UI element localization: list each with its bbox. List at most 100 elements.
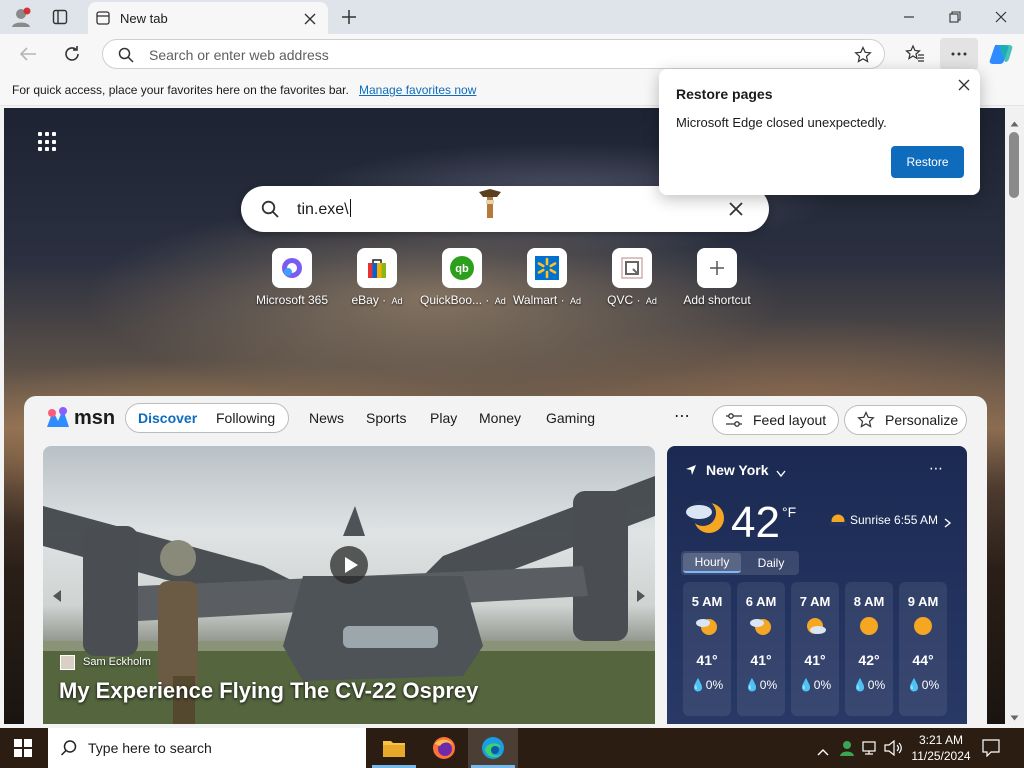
featured-article-card[interactable]: Sam Eckholm My Experience Flying The CV-…: [43, 446, 655, 724]
ad-badge: Ad: [569, 296, 581, 306]
search-icon: [118, 47, 134, 63]
nav-sports[interactable]: Sports: [366, 410, 406, 426]
carousel-prev-arrow-icon[interactable]: [51, 589, 63, 603]
favorites-message: For quick access, place your favorites h…: [12, 83, 349, 97]
taskbar: Type here to search 3:21 AM 11/25/2024: [0, 728, 1024, 768]
page-scrollbar[interactable]: [1005, 108, 1024, 724]
ad-badge: Ad: [391, 296, 403, 306]
scroll-up-arrow-icon[interactable]: [1010, 114, 1019, 127]
location-chevron-down-icon[interactable]: [776, 465, 786, 478]
weather-more-icon[interactable]: ⋯: [929, 460, 943, 477]
hourly-forecast-item[interactable]: 6 AM 41° 💧0%: [737, 582, 785, 716]
favorite-star-icon[interactable]: [854, 46, 872, 64]
partly-cloudy-night-icon: [683, 494, 727, 538]
tab-hourly-label: Hourly: [694, 555, 730, 569]
hour-precip: 0%: [813, 678, 832, 692]
personalize-button[interactable]: Personalize: [844, 405, 967, 435]
chevron-right-icon[interactable]: [944, 515, 952, 528]
nav-money[interactable]: Money: [479, 410, 521, 426]
hourly-forecast-item[interactable]: 5 AM 41° 💧0%: [683, 582, 731, 716]
tab-daily[interactable]: Daily: [745, 553, 797, 573]
weather-card[interactable]: New York ⋯ 42 °F Sunrise 6:55 AM Hourly …: [667, 446, 967, 724]
show-hidden-icons-chevron-icon[interactable]: [817, 743, 829, 756]
refresh-icon[interactable]: [62, 44, 82, 64]
msn-logo[interactable]: msn: [44, 405, 115, 433]
shortcut-qvc[interactable]: QVC · Ad: [590, 248, 674, 307]
new-tab-background: tin.exe\ Microsoft 365 eBay · Ad qb Quic…: [4, 108, 1005, 724]
hourly-forecast-item[interactable]: 9 AM 44° 💧0%: [899, 582, 947, 716]
add-shortcut-button[interactable]: Add shortcut: [675, 248, 759, 307]
restore-window-button[interactable]: [932, 0, 978, 34]
hour-time: 6 AM: [745, 594, 777, 609]
nav-gaming[interactable]: Gaming: [546, 410, 595, 426]
tab-actions-icon[interactable]: [52, 9, 68, 25]
tab-new-tab[interactable]: New tab: [88, 2, 328, 34]
notifications-icon[interactable]: [982, 739, 1000, 758]
profile-icon[interactable]: [10, 6, 32, 28]
close-tab-icon[interactable]: [304, 12, 316, 25]
edge-taskbar-button[interactable]: [468, 728, 518, 768]
network-icon[interactable]: [862, 740, 880, 756]
temp-unit[interactable]: °F: [782, 504, 796, 520]
clear-search-icon[interactable]: [729, 202, 743, 216]
new-tab-favicon-icon: [96, 11, 110, 25]
scroll-down-arrow-icon[interactable]: [1010, 708, 1019, 721]
favorites-icon[interactable]: [905, 44, 925, 64]
weather-location[interactable]: New York: [706, 462, 769, 478]
article-author[interactable]: Sam Eckholm: [83, 656, 151, 668]
manage-favorites-link[interactable]: Manage favorites now: [359, 83, 476, 97]
shortcut-label: Microsoft 365: [255, 293, 329, 307]
play-video-button[interactable]: [330, 546, 368, 584]
hourly-forecast-item[interactable]: 8 AM 42° 💧0%: [845, 582, 893, 716]
system-clock[interactable]: 3:21 AM 11/25/2024: [906, 732, 976, 764]
hour-precip: 0%: [759, 678, 778, 692]
firefox-icon[interactable]: [432, 736, 456, 760]
carousel-next-arrow-icon[interactable]: [635, 589, 647, 603]
hour-temp: 42°: [858, 652, 880, 668]
scrollbar-thumb[interactable]: [1009, 132, 1019, 198]
copilot-icon[interactable]: [989, 42, 1015, 66]
hour-precip: 0%: [867, 678, 886, 692]
partly-cloudy-night-icon: [696, 619, 717, 635]
location-arrow-icon: [685, 463, 697, 475]
address-bar[interactable]: Search or enter web address: [102, 39, 885, 69]
tab-following[interactable]: Following: [216, 410, 275, 426]
new-tab-button[interactable]: [340, 8, 358, 26]
restore-button[interactable]: Restore: [891, 146, 964, 178]
article-headline[interactable]: My Experience Flying The CV-22 Osprey: [59, 678, 478, 704]
minimize-button[interactable]: [886, 0, 932, 34]
file-explorer-icon[interactable]: [382, 737, 406, 759]
apps-launcher-icon[interactable]: [38, 132, 58, 152]
raindrop-icon: 💧: [906, 678, 922, 692]
close-dialog-icon[interactable]: [958, 78, 970, 91]
tab-hourly[interactable]: Hourly: [683, 553, 741, 573]
windows-start-icon[interactable]: [14, 739, 32, 757]
taskbar-search-box[interactable]: Type here to search: [48, 728, 366, 768]
tab-daily-label: Daily: [757, 556, 785, 570]
sunrise-icon: [829, 512, 847, 528]
volume-icon[interactable]: [884, 739, 902, 757]
walmart-icon: [527, 248, 567, 288]
shortcut-label: QuickBoo...: [420, 293, 483, 307]
feed-tabs: Discover Following: [125, 403, 289, 433]
nav-news[interactable]: News: [309, 410, 344, 426]
search-input-value[interactable]: tin.exe\: [297, 199, 351, 219]
sunrise-text[interactable]: Sunrise 6:55 AM: [850, 513, 938, 527]
shortcut-ebay[interactable]: eBay · Ad: [335, 248, 419, 307]
more-nav-icon[interactable]: ⋯: [674, 406, 690, 426]
back-arrow-icon[interactable]: [18, 45, 38, 63]
nav-play[interactable]: Play: [430, 410, 457, 426]
tab-discover[interactable]: Discover: [138, 410, 197, 426]
feed-layout-button[interactable]: Feed layout: [712, 405, 839, 435]
hour-temp: 41°: [804, 652, 826, 668]
user-tray-icon[interactable]: [838, 739, 856, 757]
hour-time: 7 AM: [799, 594, 831, 609]
shortcut-microsoft-365[interactable]: Microsoft 365: [250, 248, 334, 307]
msn-feed-panel: msn Discover Following News Sports Play …: [24, 396, 987, 724]
shortcut-walmart[interactable]: Walmart · Ad: [505, 248, 589, 307]
shortcut-quickbooks[interactable]: qb QuickBoo... · Ad: [420, 248, 506, 307]
partly-sunny-icon: [807, 618, 826, 634]
settings-more-button[interactable]: [940, 38, 978, 70]
close-window-button[interactable]: [978, 0, 1024, 34]
hourly-forecast-item[interactable]: 7 AM 41° 💧0%: [791, 582, 839, 716]
